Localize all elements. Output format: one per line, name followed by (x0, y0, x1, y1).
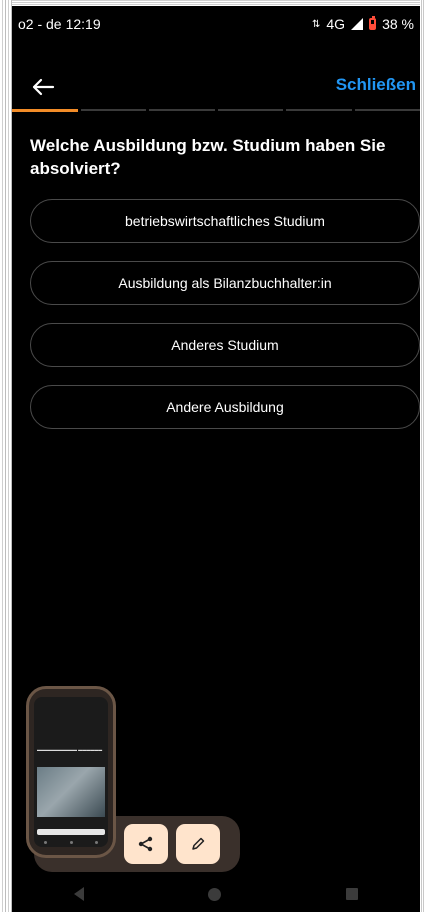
share-icon (138, 836, 153, 852)
progress-segment (80, 109, 146, 111)
status-bar: o2 - de 12:19 ⇅ 4G 38 % (12, 6, 420, 42)
thumbnail-image (37, 767, 105, 817)
top-app-bar: Schließen (12, 64, 420, 108)
carrier-label: o2 - de (18, 16, 62, 32)
progress-segment (149, 109, 215, 111)
app-screen: o2 - de 12:19 ⇅ 4G 38 % Schließen Welche… (12, 6, 420, 912)
pencil-icon (192, 837, 205, 850)
network-label: 4G (326, 16, 346, 32)
progress-segment (286, 109, 352, 111)
clock-label: 12:19 (65, 16, 101, 32)
data-arrows-icon: ⇅ (312, 18, 321, 30)
thumbnail-button (37, 829, 105, 835)
screenshot-frame-right (420, 0, 424, 912)
thumbnail-content: ▬▬▬▬▬▬▬▬▬▬ ▬▬▬▬▬▬ (37, 747, 103, 752)
step-progress-bar (12, 109, 420, 112)
battery-label: 38 % (382, 16, 414, 32)
nav-recents-icon[interactable] (345, 888, 358, 900)
nav-back-icon[interactable] (74, 887, 85, 901)
arrow-left-icon[interactable] (28, 72, 58, 102)
progress-segment (354, 109, 420, 111)
option-anderes-studium[interactable]: Anderes Studium (30, 323, 420, 367)
progress-segment-active (12, 109, 78, 112)
edit-button[interactable] (176, 824, 220, 864)
option-andere-ausbildung[interactable]: Andere Ausbildung (30, 385, 420, 429)
signal-icon (351, 18, 364, 30)
screenshot-thumbnail[interactable]: ▬▬▬▬▬▬▬▬▬▬ ▬▬▬▬▬▬ (26, 686, 116, 858)
screenshot-frame-left (0, 0, 12, 912)
progress-segment (217, 109, 283, 111)
option-ausbildung-bilanzbuchhalter[interactable]: Ausbildung als Bilanzbuchhalter:in (30, 261, 420, 305)
option-betriebswirtschaftliches-studium[interactable]: betriebswirtschaftliches Studium (30, 199, 420, 243)
nav-home-icon[interactable] (208, 887, 222, 901)
system-navigation-bar (12, 876, 420, 912)
close-button[interactable]: Schließen (336, 75, 416, 95)
question-title: Welche Ausbildung bzw. Studium haben Sie… (30, 136, 386, 178)
battery-icon (369, 16, 377, 30)
share-button[interactable] (124, 824, 168, 864)
answer-options: betriebswirtschaftliches Studium Ausbild… (30, 199, 420, 447)
